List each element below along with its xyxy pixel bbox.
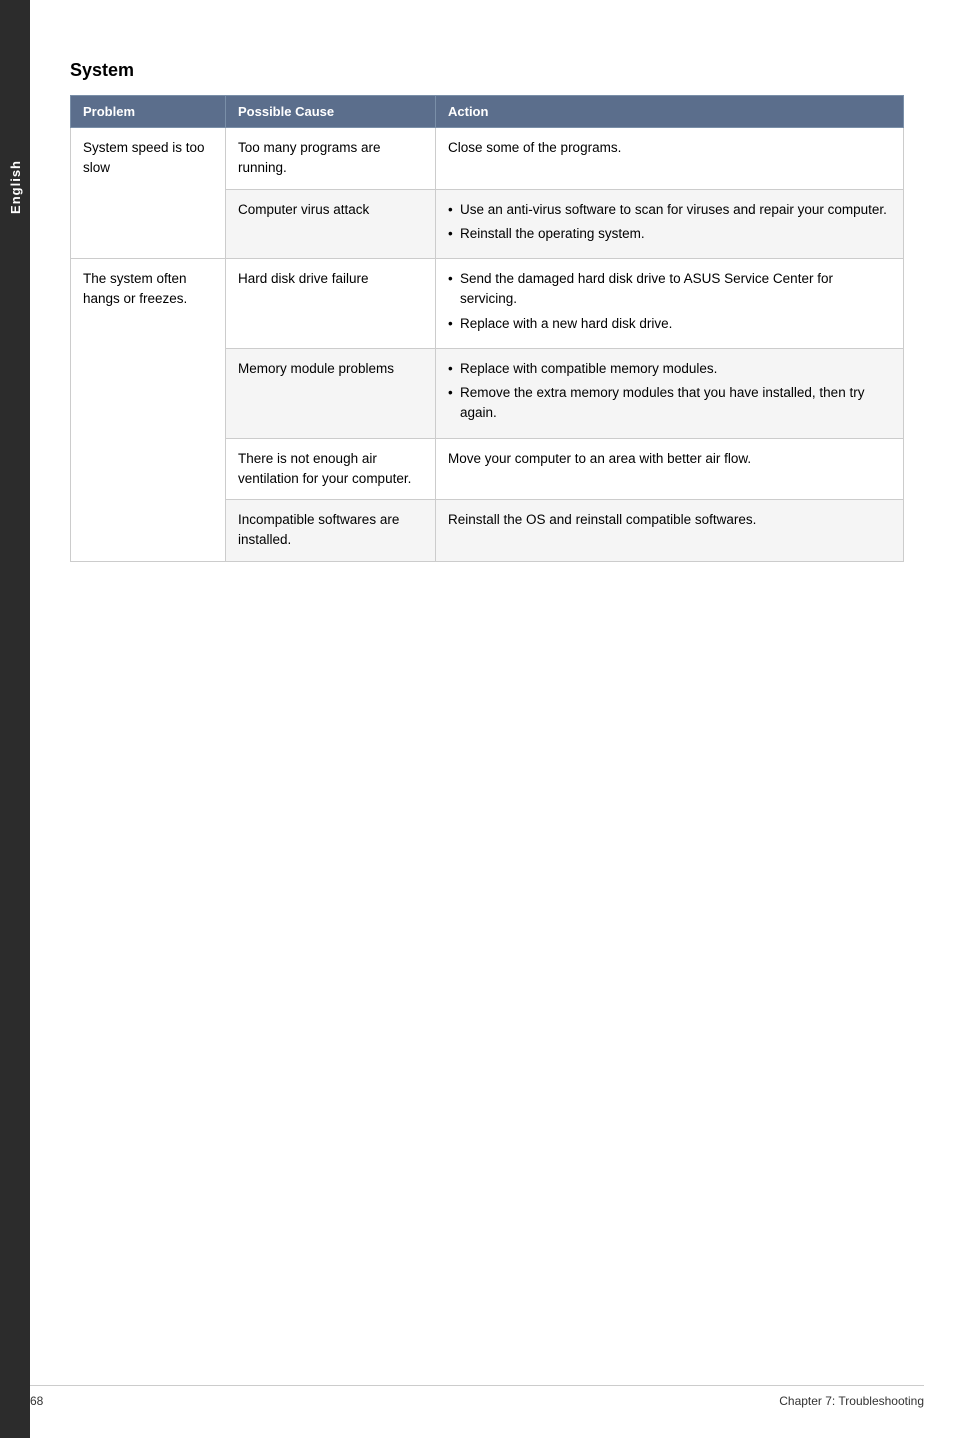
problem-cell: System speed is too slow <box>71 128 226 259</box>
section-title: System <box>70 60 904 81</box>
problem-cell: The system often hangs or freezes. <box>71 259 226 562</box>
table-row: The system often hangs or freezes.Hard d… <box>71 259 904 349</box>
action-cell: Close some of the programs. <box>436 128 904 190</box>
footer-chapter: Chapter 7: Troubleshooting <box>779 1394 924 1408</box>
action-cell: Reinstall the OS and reinstall compatibl… <box>436 500 904 562</box>
header-cause: Possible Cause <box>226 96 436 128</box>
action-cell: Move your computer to an area with bette… <box>436 438 904 500</box>
action-item: Replace with compatible memory modules. <box>448 359 891 379</box>
cause-cell: Memory module problems <box>226 348 436 438</box>
cause-cell: Computer virus attack <box>226 189 436 259</box>
page-container: English System Problem Possible Cause Ac… <box>0 0 954 1438</box>
cause-cell: Too many programs are running. <box>226 128 436 190</box>
action-item: Reinstall the operating system. <box>448 224 891 244</box>
action-cell: Replace with compatible memory modules. R… <box>436 348 904 438</box>
action-item: Send the damaged hard disk drive to ASUS… <box>448 269 891 310</box>
main-content: System Problem Possible Cause Action Sys… <box>30 0 954 1438</box>
header-action: Action <box>436 96 904 128</box>
action-cell: Use an anti-virus software to scan for v… <box>436 189 904 259</box>
table-header-row: Problem Possible Cause Action <box>71 96 904 128</box>
action-cell: Send the damaged hard disk drive to ASUS… <box>436 259 904 349</box>
table-row: System speed is too slowToo many program… <box>71 128 904 190</box>
side-tab: English <box>0 0 30 1438</box>
action-item: Use an anti-virus software to scan for v… <box>448 200 891 220</box>
trouble-table: Problem Possible Cause Action System spe… <box>70 95 904 562</box>
header-problem: Problem <box>71 96 226 128</box>
page-footer: 68 Chapter 7: Troubleshooting <box>30 1385 924 1408</box>
action-item: Replace with a new hard disk drive. <box>448 314 891 334</box>
cause-cell: Incompatible softwares are installed. <box>226 500 436 562</box>
action-item: Remove the extra memory modules that you… <box>448 383 891 424</box>
footer-page-number: 68 <box>30 1394 43 1408</box>
cause-cell: Hard disk drive failure <box>226 259 436 349</box>
cause-cell: There is not enough air ventilation for … <box>226 438 436 500</box>
side-tab-label: English <box>8 160 23 214</box>
